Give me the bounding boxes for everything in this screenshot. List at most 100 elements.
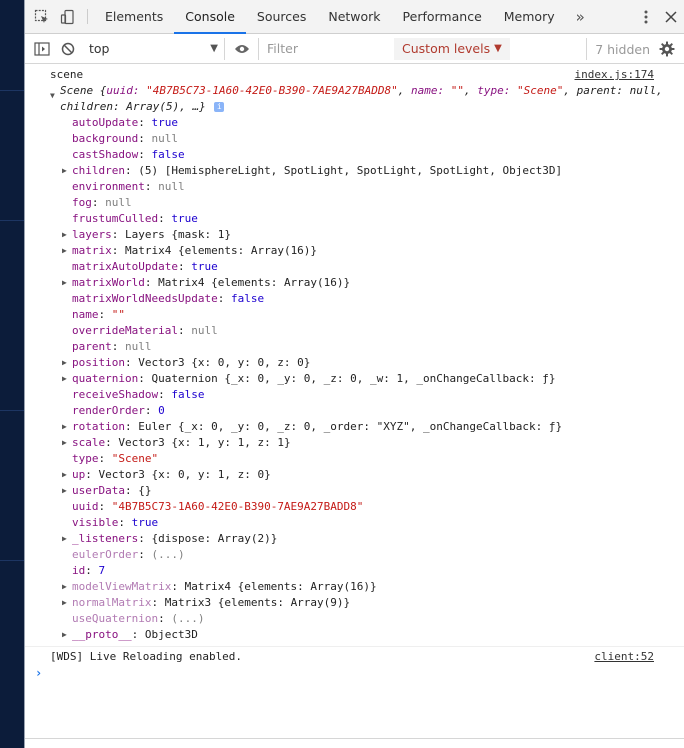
object-properties: autoUpdate: true background: null castShad… [25,115,684,643]
property-value: null [151,132,178,145]
property-key: layers [72,228,112,241]
property-row[interactable]: ▶ quaternion: Quaternion {_x: 0, _y: 0, _… [62,371,684,387]
property-value: true [151,116,178,129]
prompt-chevron-icon: › [35,666,43,680]
expand-triangle-icon[interactable]: ▶ [62,275,67,291]
property-key: renderOrder [72,404,145,417]
property-value: {} [138,484,152,497]
property-row[interactable]: ▶ userData: {} [62,483,684,499]
property-row[interactable]: ▶ scale: Vector3 {x: 1, y: 1, z: 1} [62,435,684,451]
wds-source-link[interactable]: client:52 [594,649,654,665]
tab-console[interactable]: Console [174,0,246,34]
property-key: id [72,564,86,577]
expand-triangle-icon[interactable]: ▶ [62,483,67,499]
property-value[interactable]: (...) [171,612,204,625]
property-key: fog [72,196,92,209]
tab-elements[interactable]: Elements [94,0,174,33]
property-row[interactable]: ▶ modelViewMatrix: Matrix4 {elements: Arr… [62,579,684,595]
property-row: overrideMaterial: null [72,324,218,337]
expand-triangle-icon[interactable]: ▶ [62,579,67,595]
property-row[interactable]: ▶ __proto__: Object3D [62,627,684,643]
context-selector[interactable]: top ▼ [85,37,225,60]
property-value: true [191,260,218,273]
property-row: type: "Scene" [72,452,159,465]
expand-triangle-icon[interactable]: ▶ [62,467,67,483]
property-row[interactable]: ▶ up: Vector3 {x: 0, y: 1, z: 0} [62,467,684,483]
tab-sources[interactable]: Sources [246,0,317,33]
expand-triangle-icon[interactable]: ▶ [62,435,67,451]
tab-network[interactable]: Network [317,0,391,33]
property-key: overrideMaterial [72,324,178,337]
gear-icon[interactable] [656,38,678,60]
expand-triangle-icon[interactable]: ▶ [62,227,67,243]
tab-memory[interactable]: Memory [493,0,566,33]
more-tabs-button[interactable]: » [566,0,595,33]
property-value: Matrix3 {elements: Array(9)} [164,596,351,609]
property-value: false [171,388,205,401]
property-value: "4B7B5C73-1A60-42E0-B390-7AE9A27BADD8" [111,500,364,513]
property-key: background [72,132,139,145]
sidebar-toggle-icon[interactable] [29,34,55,64]
context-label: top [89,41,110,56]
property-row: background: null [72,132,178,145]
log-label: scene [50,68,84,81]
expand-triangle-icon[interactable]: ▶ [62,627,67,643]
property-key: frustumCulled [72,212,159,225]
object-preview[interactable]: ▼ Scene {uuid: "4B7B5C73-1A60-42E0-B390-… [25,83,684,115]
expand-triangle-icon[interactable]: ▶ [62,419,67,435]
property-row[interactable]: ▶ rotation: Euler {_x: 0, _y: 0, _z: 0, _… [62,419,684,435]
property-row: uuid: "4B7B5C73-1A60-42E0-B390-7AE9A27BA… [72,500,364,513]
property-value: 0 [158,404,165,417]
expand-triangle-icon[interactable]: ▶ [62,243,67,259]
property-row: castShadow: false [72,148,185,161]
kebab-menu-icon[interactable] [634,10,658,24]
console-prompt[interactable]: › [25,664,684,684]
expand-triangle-icon[interactable]: ▶ [62,531,67,547]
property-row: autoUpdate: true [72,116,178,129]
property-row[interactable]: ▶ normalMatrix: Matrix3 {elements: Array(… [62,595,684,611]
property-key: __proto__ [72,628,132,641]
property-row[interactable]: ▶ children: (5) [HemisphereLight, SpotLig… [62,163,684,179]
log-message-header: scene index.js:174 [25,67,684,83]
expanded-triangle-icon[interactable]: ▼ [50,88,55,104]
log-levels-dropdown[interactable]: Custom levels ▼ [394,37,510,60]
devtools-panel: Elements Console Sources Network Perform… [25,0,684,748]
property-key: userData [72,484,125,497]
expand-triangle-icon[interactable]: ▶ [62,163,67,179]
tab-performance[interactable]: Performance [392,0,493,33]
property-row[interactable]: ▶ _listeners: {dispose: Array(2)} [62,531,684,547]
property-row[interactable]: ▶ position: Vector3 {x: 0, y: 0, z: 0} [62,355,684,371]
property-key: modelViewMatrix [72,580,172,593]
expand-triangle-icon[interactable]: ▶ [62,355,67,371]
property-row: renderOrder: 0 [72,404,165,417]
property-value: Vector3 {x: 0, y: 0, z: 0} [138,356,311,369]
property-row[interactable]: ▶ matrix: Matrix4 {elements: Array(16)} [62,243,684,259]
property-row: parent: null [72,340,152,353]
filter-input[interactable]: Filter [259,38,394,60]
property-value: false [230,292,265,305]
property-row: fog: null [72,196,132,209]
property-key: children [72,164,125,177]
property-value: null [191,324,218,337]
console-toolbar: top ▼ Filter Custom levels ▼ 7 hidden [25,34,684,64]
device-toolbar-icon[interactable] [55,0,81,33]
hidden-messages-count: 7 hidden [586,38,650,60]
clear-console-icon[interactable] [55,34,81,64]
property-value: Matrix4 {elements: Array(16)} [125,244,318,257]
expand-triangle-icon[interactable]: ▶ [62,595,67,611]
source-link[interactable]: index.js:174 [575,67,654,83]
live-expression-eye-icon[interactable] [225,37,259,60]
property-value[interactable]: (...) [151,548,184,561]
property-value: true [131,516,159,529]
expand-triangle-icon[interactable]: ▶ [62,371,67,387]
property-key: matrixWorld [72,276,145,289]
property-key: scale [72,436,106,449]
property-row: environment: null [72,180,185,193]
inspect-element-icon[interactable] [29,0,55,33]
property-row[interactable]: ▶ matrixWorld: Matrix4 {elements: Array(1… [62,275,684,291]
close-icon[interactable] [658,11,684,23]
property-row: useQuaternion: (...) [72,612,205,625]
property-value: Vector3 {x: 0, y: 1, z: 0} [98,468,271,481]
property-row[interactable]: ▶ layers: Layers {mask: 1} [62,227,684,243]
property-key: matrixWorldNeedsUpdate [72,292,218,305]
